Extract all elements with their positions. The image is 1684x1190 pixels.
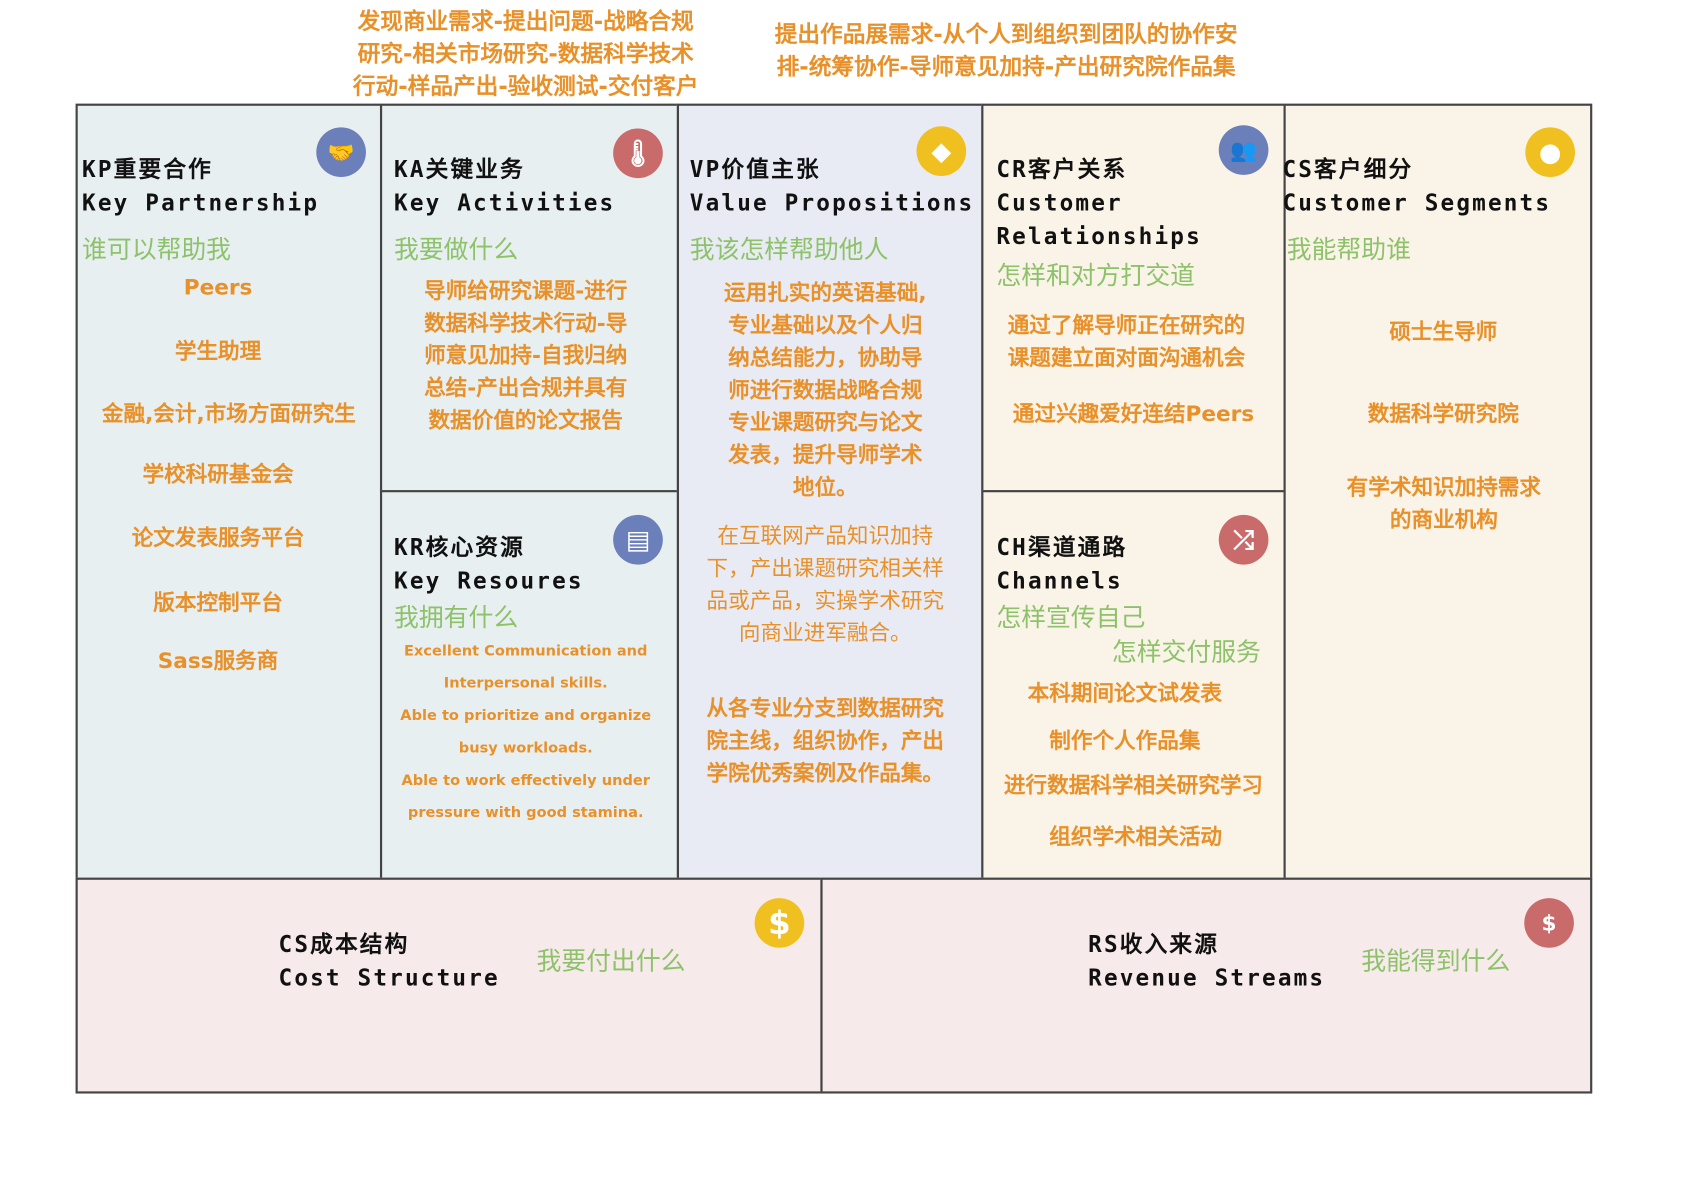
ch-question-1: 怎样宣传自己 bbox=[996, 604, 1146, 633]
note-line: 行动-样品产出-验收测试-交付客户 bbox=[352, 73, 699, 100]
money-bag-icon: $ bbox=[1524, 898, 1574, 948]
top-note-left: 发现商业需求-提出问题-战略合规 研究-相关市场研究-数据科学技术 行动-样品产… bbox=[310, 5, 742, 102]
revenue-question: 我能得到什么 bbox=[1361, 947, 1511, 976]
kp-question: 谁可以帮助我 bbox=[82, 236, 232, 265]
vp-paragraph-1: 运用扎实的英语基础, 专业基础以及个人归 纳总结能力，协助导 师进行数据战略合规 专业课… bbox=[724, 279, 927, 500]
document-icon: ▤ bbox=[613, 514, 663, 565]
ch-title: CH渠道通路 Channels bbox=[996, 534, 1128, 594]
ch-question-2: 怎样交付服务 bbox=[1111, 639, 1261, 668]
note-line: 发现商业需求-提出问题-战略合规 bbox=[357, 8, 694, 35]
kp-item: 学生助理 bbox=[174, 337, 262, 364]
dollar-icon: $ bbox=[754, 898, 805, 948]
revenue-title: RS收入来源 Revenue Streams bbox=[1088, 931, 1326, 991]
cost-question: 我要付出什么 bbox=[536, 947, 686, 976]
cost-title: CS成本结构 Cost Structure bbox=[278, 931, 500, 991]
ch-item: 组织学术相关活动 bbox=[1049, 823, 1222, 850]
vp-title: VP价值主张 Value Propositions bbox=[689, 156, 975, 216]
vp-question: 我该怎样帮助他人 bbox=[689, 236, 889, 265]
thermometer-icon: 🌡 bbox=[613, 128, 663, 179]
cs-item: 有学术知识加持需求 的商业机构 bbox=[1346, 473, 1541, 533]
ka-question: 我要做什么 bbox=[394, 236, 519, 265]
kp-item: 学校科研基金会 bbox=[142, 460, 294, 487]
cs-question: 我能帮助谁 bbox=[1286, 236, 1411, 265]
vp-paragraph-3: 从各专业分支到数据研究 院主线，组织协作，产出 学院优秀案例及作品集。 bbox=[706, 695, 945, 786]
kp-item: Sass服务商 bbox=[157, 647, 279, 674]
top-note-right: 提出作品展需求-从个人到组织到团队的协作安 排-统筹协作-导师意见加持-产出研究… bbox=[736, 18, 1276, 83]
people-icon: 👥 bbox=[1218, 125, 1269, 175]
kr-description: Excellent Communication and Interpersonal… bbox=[400, 642, 652, 822]
business-model-canvas: 发现商业需求-提出问题-战略合规 研究-相关市场研究-数据科学技术 行动-样品产… bbox=[0, 0, 1684, 1190]
ch-item: 制作个人作品集 bbox=[1049, 727, 1201, 754]
cr-title: CR客户关系 Customer Relationships bbox=[996, 156, 1202, 250]
ch-item: 本科期间论文试发表 bbox=[1027, 680, 1222, 706]
ka-title: KA关键业务 Key Activities bbox=[394, 156, 616, 216]
kp-item: 金融,会计,市场方面研究生 bbox=[101, 400, 356, 427]
note-line: 排-统筹协作-导师意见加持-产出研究院作品集 bbox=[776, 53, 1236, 80]
cs-title: CS客户细分 Customer Segments bbox=[1282, 156, 1552, 216]
note-line: 研究-相关市场研究-数据科学技术 bbox=[357, 41, 694, 67]
kr-question: 我拥有什么 bbox=[394, 604, 519, 633]
handshake-icon: 🤝 bbox=[316, 127, 366, 178]
kp-item: Peers bbox=[183, 274, 253, 301]
kp-title: KP重要合作 Key Partnership bbox=[82, 156, 320, 216]
shuffle-icon: ⤮ bbox=[1218, 514, 1269, 565]
kp-item: 论文发表服务平台 bbox=[131, 524, 305, 551]
ch-item: 进行数据科学相关研究学习 bbox=[1003, 771, 1264, 798]
kp-item: 版本控制平台 bbox=[153, 589, 283, 616]
cr-item: 通过兴趣爱好连结Peers bbox=[1012, 400, 1255, 427]
cs-item: 数据科学研究院 bbox=[1367, 400, 1519, 427]
cs-item: 硕士生导师 bbox=[1389, 318, 1498, 345]
vp-paragraph-2: 在互联网产品知识加持 下，产出课题研究相关样 品或产品，实操学术研究 向商业进军融合。 bbox=[706, 522, 945, 646]
kr-title: KR核心资源 Key Resoures bbox=[394, 534, 584, 594]
note-line: 提出作品展需求-从个人到组织到团队的协作安 bbox=[774, 21, 1238, 48]
cr-description: 通过了解导师正在研究的 课题建立面对面沟通机会 bbox=[1007, 311, 1246, 371]
cr-question: 怎样和对方打交道 bbox=[996, 262, 1196, 291]
ka-description: 导师给研究课题-进行 数据科学技术行动-导 师意见加持-自我归纳 总结-产出合规并具有… bbox=[424, 277, 628, 433]
